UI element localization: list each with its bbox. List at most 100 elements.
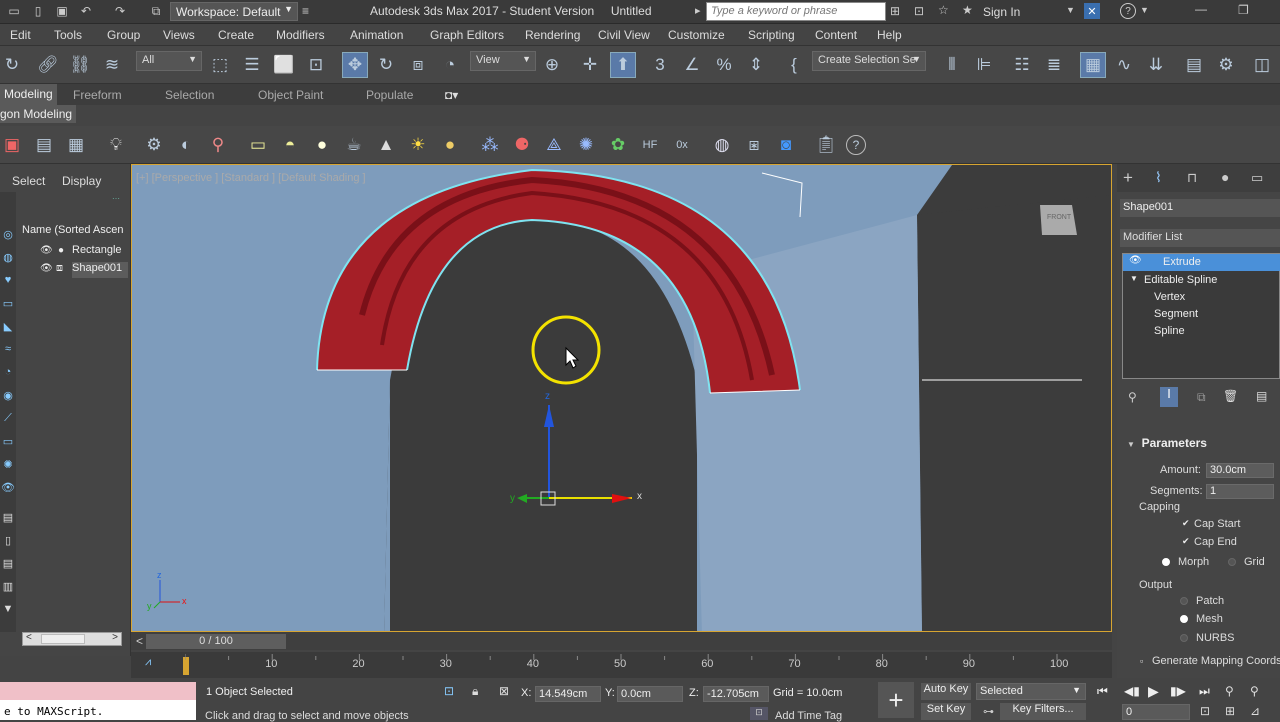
new-file-icon[interactable]: ▭ [6, 3, 22, 19]
restore-icon[interactable]: ❐ [1238, 3, 1249, 17]
ox-icon[interactable]: 0x [670, 133, 694, 157]
cap-start-checkbox[interactable]: ✔ [1182, 518, 1192, 528]
list-item[interactable]: Shape001 [72, 262, 128, 278]
set-key-button[interactable]: Set Key [921, 703, 971, 720]
toggle-ribbon-icon[interactable]: ▦ [1080, 52, 1106, 78]
x-coordinate-field[interactable]: 14.549cm [535, 686, 601, 702]
object-name-field[interactable]: Shape001 [1120, 199, 1280, 217]
chevron-right-icon[interactable]: > [112, 632, 118, 643]
link-icon[interactable]: 🔗︎ [36, 53, 60, 77]
lock-icon[interactable]: 🔒︎ [472, 684, 478, 699]
configure-modifier-sets-icon[interactable]: ▤ [1256, 389, 1267, 403]
morph-radio[interactable] [1162, 558, 1170, 566]
menu-help[interactable]: Help [877, 28, 902, 42]
select-object-icon[interactable]: ⬚ [208, 53, 232, 77]
time-slider[interactable]: 0 / 100 [146, 634, 286, 649]
stack-item-vertex[interactable]: Vertex [1123, 289, 1280, 306]
rectangular-selection-icon[interactable]: ⬜ [272, 53, 296, 77]
key-filter-icon[interactable]: ⊶ [983, 705, 994, 718]
menu-scripting[interactable]: Scripting [748, 28, 795, 42]
go-to-end-icon[interactable]: ⏭ [1199, 684, 1210, 699]
display-all-icon[interactable]: ◎ [1, 227, 15, 241]
viewport-label[interactable]: [+] [Perspective ] [Standard ] [Default … [136, 172, 366, 184]
edit-named-selection-icon[interactable]: { [782, 53, 806, 77]
layer-list-icon[interactable]: ▤ [1, 510, 15, 524]
undo-icon[interactable]: ↶ [78, 3, 94, 19]
menu-civil-view[interactable]: Civil View [598, 28, 650, 42]
time-tag-icon[interactable]: ⊡ [750, 707, 768, 720]
pin-stack-icon[interactable]: ⚲ [1128, 390, 1137, 404]
rendered-frame-window-icon[interactable]: ◫ [1250, 53, 1274, 77]
light-filter-icon[interactable]: ▭ [1, 296, 15, 310]
previous-frame-icon[interactable]: ◀▮ [1124, 684, 1140, 698]
named-selection-dropdown[interactable]: Create Selection Se ▼ [812, 51, 926, 71]
zoom-extents-icon[interactable]: ⊞ [1225, 704, 1235, 718]
star-icon[interactable]: ☆ [938, 3, 949, 17]
select-and-place-icon[interactable]: ◔ [438, 53, 462, 77]
audio-icon[interactable]: ◐ [174, 133, 198, 157]
eye-icon[interactable]: 👁︎ [1129, 255, 1142, 266]
hierarchy-tab-icon[interactable]: ⊓ [1187, 170, 1197, 186]
parameters-rollout[interactable]: ▼ Parameters [1127, 436, 1207, 450]
geosphere-icon[interactable]: ● [438, 133, 462, 157]
plane-primitive-icon[interactable]: ▭ [246, 133, 270, 157]
align-icon[interactable]: ⊫ [972, 53, 996, 77]
field-of-view-icon[interactable]: ⊿ [1250, 704, 1260, 718]
column-header-name[interactable]: Name (Sorted Ascen [22, 224, 128, 236]
menu-tools[interactable]: Tools [54, 28, 82, 42]
stack-item-editable-spline[interactable]: ▼ Editable Spline [1123, 272, 1280, 289]
collapse-triangle-icon[interactable]: ▼ [1130, 274, 1138, 283]
curve-editor-icon[interactable]: ∿ [1112, 53, 1136, 77]
tab-modeling[interactable]: Modeling [0, 84, 57, 105]
select-by-name-icon[interactable]: ☰ [240, 53, 264, 77]
space-warp-filter-icon[interactable]: ◔ [1, 365, 15, 379]
bone-filter-icon[interactable]: ▭ [1, 434, 15, 448]
shape-filter-icon[interactable]: ♥ [1, 273, 15, 287]
explorer-tab-display[interactable]: Display [62, 174, 101, 188]
key-filters-button[interactable]: Key Filters... [1000, 703, 1086, 720]
next-frame-icon[interactable]: ▮▶ [1170, 684, 1186, 698]
compound-icon[interactable]: ⚈ [510, 133, 534, 157]
keyboard-shortcut-override-icon[interactable]: ⬆ [610, 52, 636, 78]
zoom-all-icon[interactable]: ⚲ [1250, 684, 1259, 698]
motion-tab-icon[interactable]: ● [1221, 169, 1229, 185]
chevron-down-icon[interactable]: ▼ [1140, 5, 1149, 15]
selection-set-icon[interactable]: ▤ [1, 556, 15, 570]
cone-icon[interactable]: ▲ [374, 133, 398, 157]
perspective-viewport[interactable]: FRONT y x z z x y [131, 164, 1112, 632]
slate-editor-icon[interactable]: ⧆ [742, 133, 766, 157]
set-key-icon[interactable]: + [878, 682, 914, 718]
unlink-icon[interactable]: ⛓︎ [68, 53, 92, 77]
patch-radio[interactable] [1180, 597, 1188, 605]
subscription-icon[interactable]: ⊡ [914, 4, 924, 18]
bind-space-warp-icon[interactable]: ≋ [100, 53, 124, 77]
percent-snap-icon[interactable]: % [712, 53, 736, 77]
project-folder-icon[interactable]: ⧉ [148, 3, 164, 19]
modifier-list-dropdown[interactable]: Modifier List [1120, 229, 1280, 247]
show-end-result-icon[interactable]: Ⅰ [1160, 387, 1178, 407]
menu-customize[interactable]: Customize [668, 28, 725, 42]
render-frame-icon[interactable]: ◙ [774, 133, 798, 157]
expand-icon[interactable]: ▸ [695, 4, 701, 17]
camera-filter-icon[interactable]: ◣ [1, 319, 15, 333]
menu-modifiers[interactable]: Modifiers [276, 28, 325, 42]
maxscript-listener[interactable] [0, 682, 196, 700]
hierarchy-icon[interactable]: ▯ [1, 533, 15, 547]
reference-coordinate-dropdown[interactable]: View ▼ [470, 51, 536, 71]
key-mode-dropdown[interactable]: Selected ▼ [976, 683, 1086, 700]
tab-freeform[interactable]: Freeform [73, 88, 122, 102]
isolate-selection-icon[interactable]: ⊡ [444, 684, 454, 698]
sign-in-button[interactable]: Sign In [983, 5, 1020, 19]
lightbulb-icon[interactable]: 💡︎ [104, 133, 128, 157]
angle-snap-icon[interactable]: ∠ [680, 53, 704, 77]
grid-radio[interactable] [1228, 558, 1236, 566]
go-to-start-icon[interactable]: ⏮ [1097, 684, 1108, 699]
list-item[interactable]: Rectangle [72, 244, 128, 260]
chevron-left-icon[interactable]: < [26, 632, 32, 643]
redo-icon[interactable]: ↻ [0, 53, 24, 77]
tab-selection[interactable]: Selection [165, 88, 214, 102]
selection-filter-dropdown[interactable]: All ▼ [136, 51, 202, 71]
scrollbar-thumb[interactable] [41, 634, 85, 644]
menu-animation[interactable]: Animation [350, 28, 403, 42]
help-icon[interactable]: ? [1120, 3, 1136, 19]
